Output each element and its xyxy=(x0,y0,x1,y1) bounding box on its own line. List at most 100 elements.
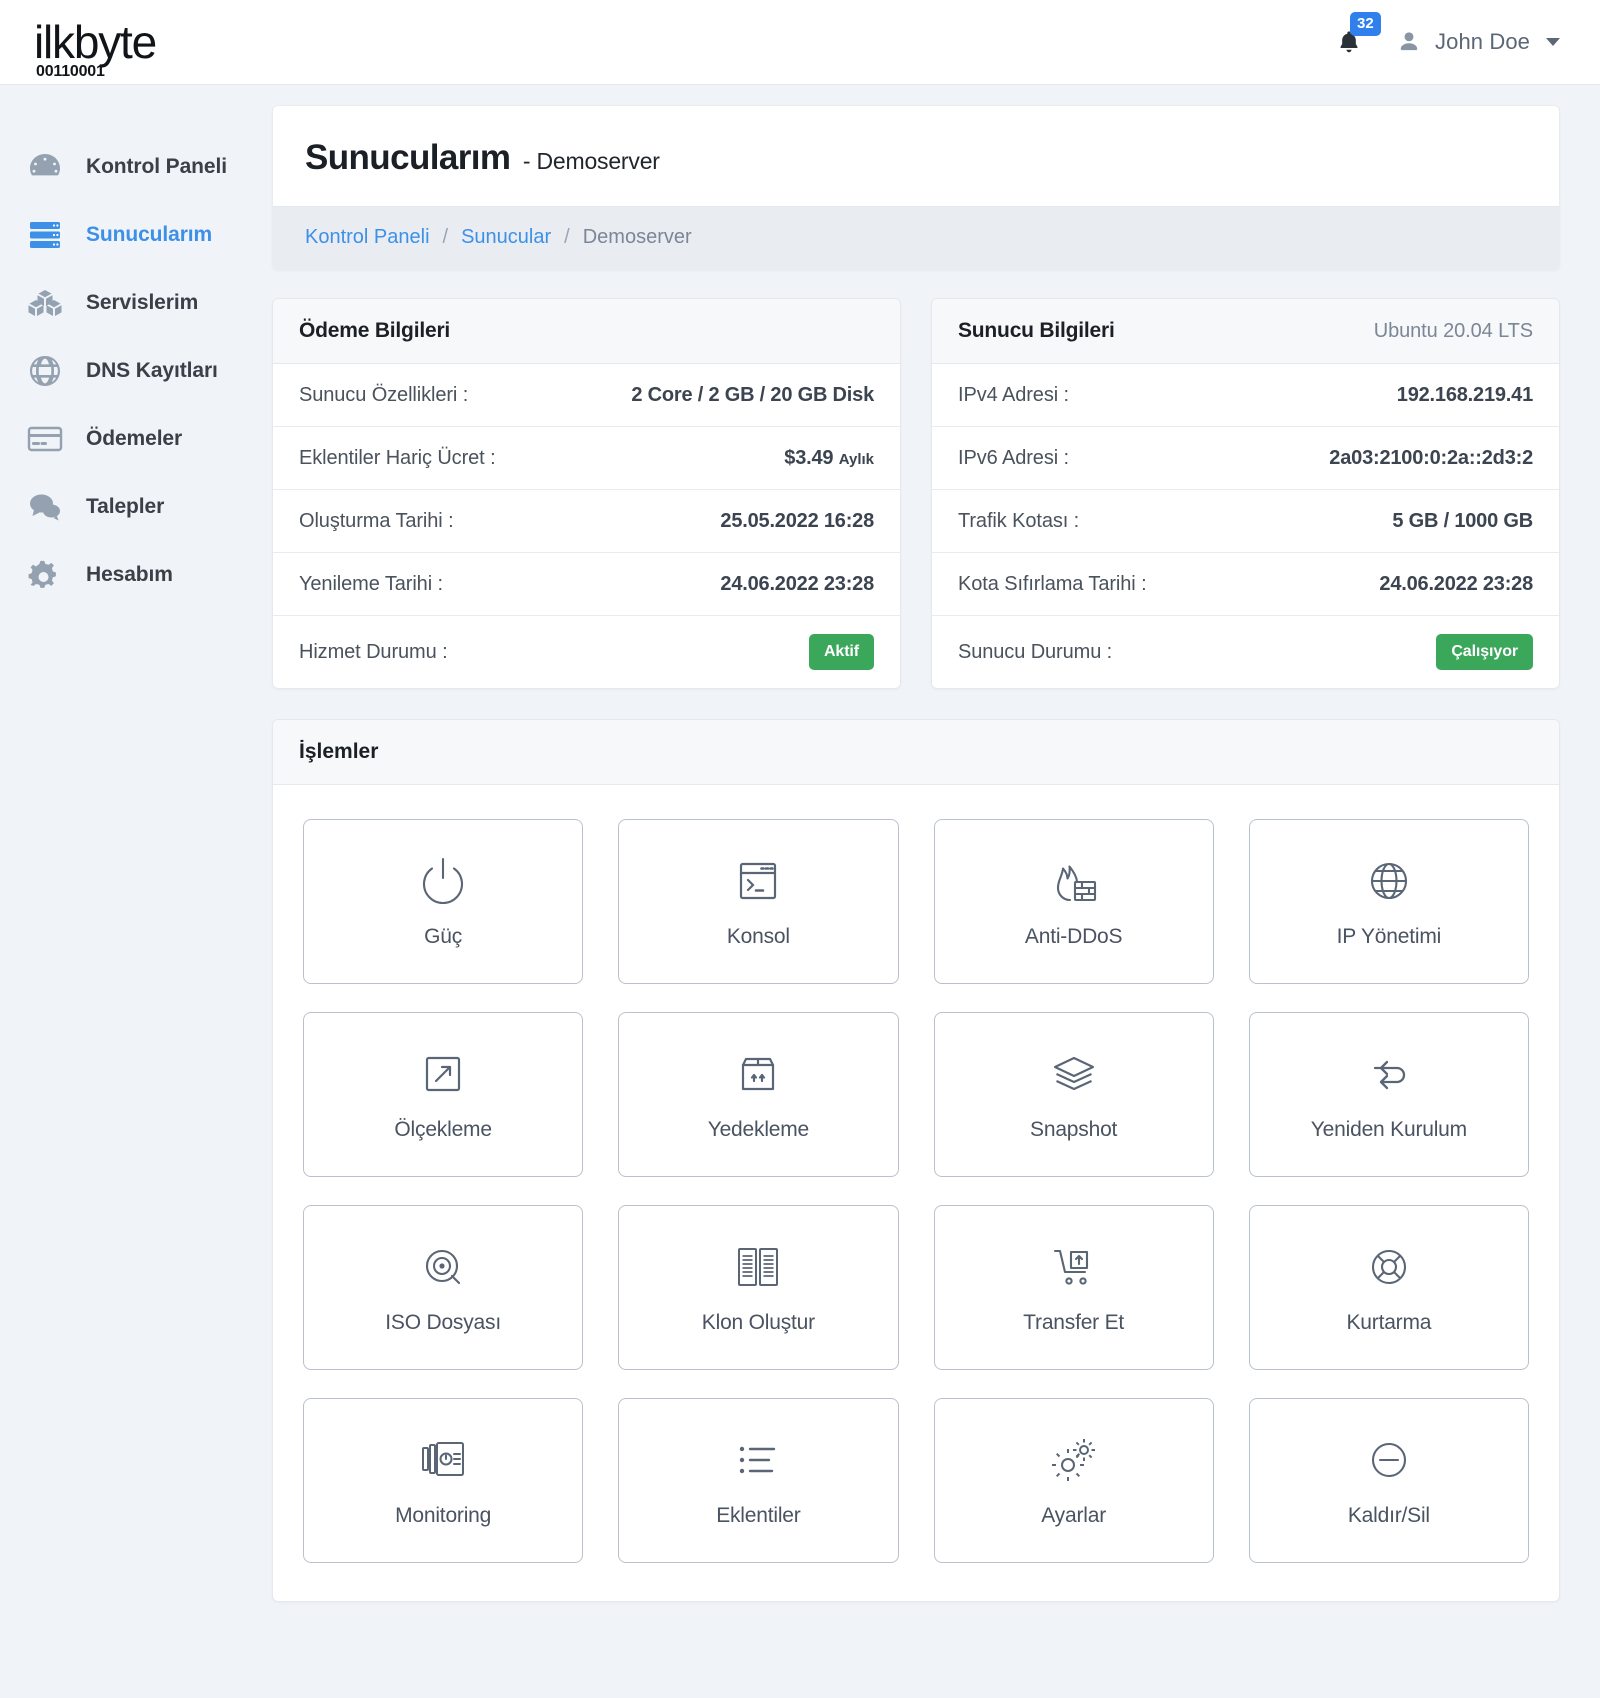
duplicate-docs-icon xyxy=(732,1241,784,1293)
payment-info-card: Ödeme Bilgileri Sunucu Özellikleri : 2 C… xyxy=(272,298,901,689)
tile-label: Anti-DDoS xyxy=(1024,924,1123,948)
page-body: Kontrol Paneli Sunucularım Servislerim D… xyxy=(0,85,1600,1642)
breadcrumb-separator: / xyxy=(442,226,449,248)
row-value-unit: Aylık xyxy=(838,450,874,468)
payment-row-renewal: Yenileme Tarihi : 24.06.2022 23:28 xyxy=(273,553,900,616)
notifications-button[interactable]: 32 xyxy=(1336,12,1381,56)
tile-label: Konsol xyxy=(726,924,790,948)
sidebar-item-label: Sunucularım xyxy=(86,223,213,246)
server-row-traffic-quota: Trafik Kotası : 5 GB / 1000 GB xyxy=(932,490,1559,553)
brand-name: ilkbyte xyxy=(34,16,157,68)
sidebar-item-label: DNS Kayıtları xyxy=(86,359,218,382)
page-header: Sunucularım - Demoserver xyxy=(273,106,1559,206)
action-tile-ayarlar[interactable]: Ayarlar xyxy=(933,1398,1214,1563)
top-navigation-bar: ilkbyte 00110001 32 John Doe xyxy=(0,0,1600,85)
row-label: Trafik Kotası : xyxy=(958,509,1080,532)
actions-panel-header: İşlemler xyxy=(273,720,1559,785)
sidebar-item-servislerim[interactable]: Servislerim xyxy=(0,269,272,337)
tile-label: ISO Dosyası xyxy=(385,1310,501,1334)
breadcrumb-item-kontrol-paneli[interactable]: Kontrol Paneli xyxy=(305,226,430,249)
power-icon xyxy=(418,855,468,907)
tile-label: Kurtarma xyxy=(1346,1310,1432,1334)
payment-row-created: Oluşturma Tarihi : 25.05.2022 16:28 xyxy=(273,490,900,553)
action-tile-transfer-et[interactable]: Transfer Et xyxy=(933,1205,1214,1370)
server-row-status: Sunucu Durumu : Çalışıyor xyxy=(932,616,1559,688)
row-label: IPv4 Adresi : xyxy=(958,383,1069,406)
server-row-ipv4: IPv4 Adresi : 192.168.219.41 xyxy=(932,364,1559,427)
payment-row-server-specs: Sunucu Özellikleri : 2 Core / 2 GB / 20 … xyxy=(273,364,900,427)
server-row-ipv6: IPv6 Adresi : 2a03:2100:0:2a::2d3:2 xyxy=(932,427,1559,490)
action-tile-guc[interactable]: Güç xyxy=(303,819,584,984)
row-label: IPv6 Adresi : xyxy=(958,446,1069,469)
user-name-label: John Doe xyxy=(1435,29,1530,54)
user-menu[interactable]: John Doe xyxy=(1396,29,1560,55)
action-tile-yedekleme[interactable]: Yedekleme xyxy=(618,1012,899,1177)
action-tile-monitoring[interactable]: Monitoring xyxy=(303,1398,584,1563)
firewall-flame-icon xyxy=(1048,855,1100,907)
row-value: 2a03:2100:0:2a::2d3:2 xyxy=(1329,446,1533,469)
actions-panel: İşlemler Güç Konsol Anti-DDoS IP Yönetim… xyxy=(272,719,1560,1602)
action-tile-kaldir-sil[interactable]: Kaldır/Sil xyxy=(1248,1398,1529,1563)
row-label: Oluşturma Tarihi : xyxy=(299,509,454,532)
action-tile-ip-yonetimi[interactable]: IP Yönetimi xyxy=(1248,819,1529,984)
boxes-icon xyxy=(26,285,64,321)
server-row-quota-reset: Kota Sıfırlama Tarihi : 24.06.2022 23:28 xyxy=(932,553,1559,616)
sidebar-item-hesabim[interactable]: Hesabım xyxy=(0,541,272,609)
actions-tile-grid: Güç Konsol Anti-DDoS IP Yönetimi Ölçekle… xyxy=(273,785,1559,1601)
list-icon xyxy=(733,1434,783,1486)
tile-label: Monitoring xyxy=(395,1503,492,1527)
server-os-label: Ubuntu 20.04 LTS xyxy=(1373,319,1533,342)
payment-row-status: Hizmet Durumu : Aktif xyxy=(273,616,900,688)
globe-icon xyxy=(26,353,64,389)
tile-label: Kaldır/Sil xyxy=(1347,1503,1430,1527)
action-tile-iso-dosyasi[interactable]: ISO Dosyası xyxy=(303,1205,584,1370)
row-label: Hizmet Durumu : xyxy=(299,640,448,663)
payment-row-price: Eklentiler Hariç Ücret : $3.49 Aylık xyxy=(273,427,900,490)
tile-label: Klon Oluştur xyxy=(701,1310,815,1334)
sidebar-item-label: Hesabım xyxy=(86,563,173,586)
status-badge: Çalışıyor xyxy=(1436,634,1533,670)
cart-transfer-icon xyxy=(1049,1241,1099,1293)
sidebar-item-odemeler[interactable]: Ödemeler xyxy=(0,405,272,473)
gears-icon xyxy=(26,557,64,593)
action-tile-olcekleme[interactable]: Ölçekleme xyxy=(303,1012,584,1177)
layers-icon xyxy=(1048,1048,1100,1100)
tile-label: Ölçekleme xyxy=(394,1117,492,1141)
row-value: 24.06.2022 23:28 xyxy=(1379,572,1533,595)
credit-card-icon xyxy=(26,421,64,457)
sidebar-item-sunucularim[interactable]: Sunucularım xyxy=(0,201,272,269)
tile-label: Ayarlar xyxy=(1041,1503,1106,1527)
sidebar-item-kontrol-paneli[interactable]: Kontrol Paneli xyxy=(0,133,272,201)
tile-label: Güç xyxy=(424,924,463,948)
actions-panel-title: İşlemler xyxy=(299,740,379,763)
action-tile-kurtarma[interactable]: Kurtarma xyxy=(1248,1205,1529,1370)
tile-label: Yedekleme xyxy=(707,1117,810,1141)
notification-count-badge: 32 xyxy=(1350,12,1381,36)
brand-binary-tagline: 00110001 xyxy=(36,63,105,80)
sidebar-navigation: Kontrol Paneli Sunucularım Servislerim D… xyxy=(0,85,272,609)
action-tile-yeniden-kurulum[interactable]: Yeniden Kurulum xyxy=(1248,1012,1529,1177)
brand-logo[interactable]: ilkbyte 00110001 xyxy=(30,16,157,80)
terminal-window-icon xyxy=(734,855,782,907)
row-label: Sunucu Özellikleri : xyxy=(299,383,469,406)
status-badge: Aktif xyxy=(808,634,874,670)
action-tile-klon-olustur[interactable]: Klon Oluştur xyxy=(618,1205,899,1370)
tile-label: Snapshot xyxy=(1030,1117,1118,1141)
sidebar-item-dns-kayitlari[interactable]: DNS Kayıtları xyxy=(0,337,272,405)
row-value: 24.06.2022 23:28 xyxy=(720,572,874,595)
row-label: Eklentiler Hariç Ücret : xyxy=(299,446,496,469)
action-tile-konsol[interactable]: Konsol xyxy=(618,819,899,984)
server-stack-icon xyxy=(26,217,64,253)
tile-label: Eklentiler xyxy=(716,1503,801,1527)
action-tile-snapshot[interactable]: Snapshot xyxy=(933,1012,1214,1177)
minus-circle-icon xyxy=(1365,1434,1413,1486)
action-tile-eklentiler[interactable]: Eklentiler xyxy=(618,1398,899,1563)
main-content: Sunucularım - Demoserver Kontrol Paneli … xyxy=(272,85,1600,1642)
box-upload-icon xyxy=(734,1048,782,1100)
server-info-card: Sunucu Bilgileri Ubuntu 20.04 LTS IPv4 A… xyxy=(931,298,1560,689)
action-tile-anti-ddos[interactable]: Anti-DDoS xyxy=(933,819,1214,984)
breadcrumb-item-sunucular[interactable]: Sunucular xyxy=(461,226,551,249)
sidebar-item-talepler[interactable]: Talepler xyxy=(0,473,272,541)
info-cards-row: Ödeme Bilgileri Sunucu Özellikleri : 2 C… xyxy=(272,298,1560,689)
row-label: Yenileme Tarihi : xyxy=(299,572,443,595)
